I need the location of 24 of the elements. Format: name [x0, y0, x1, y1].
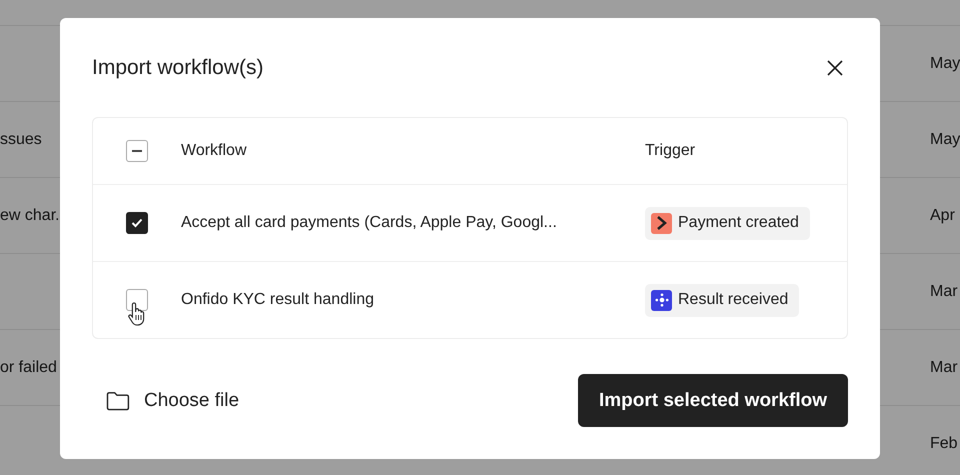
checkmark-icon — [131, 218, 143, 228]
dialog-title: Import workflow(s) — [92, 56, 264, 80]
row-checkbox[interactable] — [126, 289, 148, 311]
row-date: May — [930, 130, 960, 148]
row-date: Feb — [930, 434, 959, 452]
row-date: Mar — [930, 282, 959, 300]
column-header: Workflow — [181, 142, 246, 159]
workflow-name: Accept all card payments (Cards, Apple Pay, Googl... — [181, 214, 557, 231]
row-checkbox[interactable] — [126, 212, 148, 234]
import-button[interactable]: Import selected workflow — [578, 374, 848, 427]
trigger-tag: Result received — [645, 284, 800, 316]
row-date: May — [930, 54, 960, 72]
column-header: Trigger — [645, 142, 696, 159]
row-title: ssues — [0, 130, 42, 148]
trigger-tag: Payment created — [645, 206, 810, 240]
close-icon — [826, 58, 844, 76]
select-all-checkbox[interactable] — [126, 140, 148, 162]
workflow-name: Onfido KYC result handling — [181, 291, 374, 308]
folder-icon — [106, 390, 130, 410]
choose-file-button[interactable]: Choose file — [92, 390, 240, 412]
row-title: or failed — [0, 358, 57, 376]
row-title: ew char. — [0, 206, 58, 224]
row-date: Mar — [930, 358, 959, 376]
row-date: Apr — [930, 206, 956, 224]
